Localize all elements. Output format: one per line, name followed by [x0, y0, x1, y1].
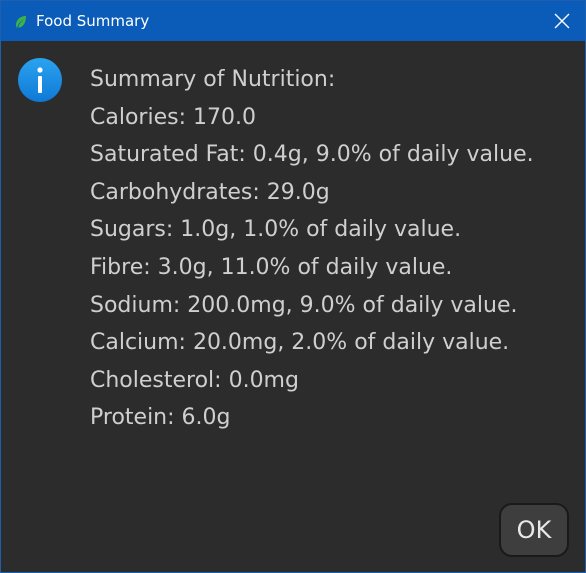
info-icon	[17, 57, 63, 103]
nutrition-line-calcium: Calcium: 20.0mg, 2.0% of daily value.	[90, 330, 510, 356]
summary-heading: Summary of Nutrition:	[90, 67, 336, 92]
nutrition-line-saturated-fat: Saturated Fat: 0.4g, 9.0% of daily value…	[90, 142, 534, 168]
nutrition-summary: Summary of Nutrition: Calories: 170.0 Sa…	[90, 61, 534, 437]
nutrition-line-protein: Protein: 6.0g	[90, 405, 231, 431]
nutrition-line-sugars: Sugars: 1.0g, 1.0% of daily value.	[90, 217, 462, 243]
title-bar[interactable]: Food Summary	[1, 1, 585, 41]
close-icon	[554, 13, 570, 29]
dialog-window: Food Summary Summary of Nutrition: Calor…	[0, 0, 586, 573]
ok-button[interactable]: OK	[499, 503, 569, 557]
nutrition-line-cholesterol: Cholesterol: 0.0mg	[90, 367, 299, 393]
nutrition-line-fibre: Fibre: 3.0g, 11.0% of daily value.	[90, 254, 453, 280]
nutrition-line-sodium: Sodium: 200.0mg, 9.0% of daily value.	[90, 292, 518, 318]
leaf-icon	[15, 14, 27, 28]
nutrition-line-calories: Calories: 170.0	[90, 104, 256, 130]
window-title: Food Summary	[36, 12, 150, 30]
nutrition-line-carbohydrates: Carbohydrates: 29.0g	[90, 179, 330, 205]
close-button[interactable]	[539, 1, 585, 41]
